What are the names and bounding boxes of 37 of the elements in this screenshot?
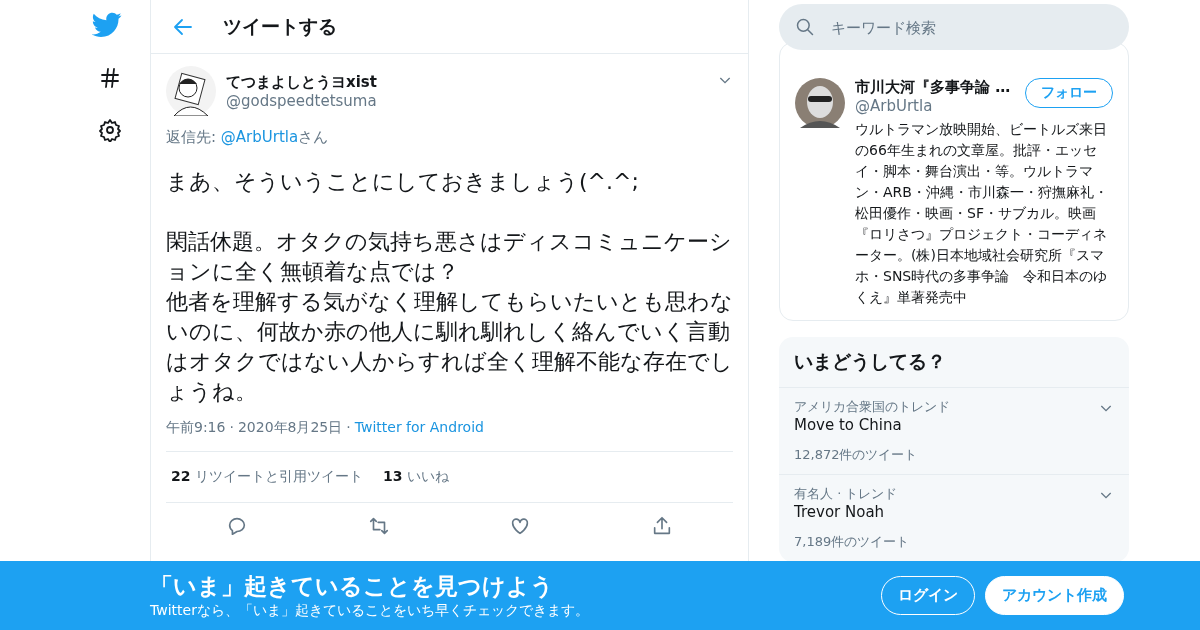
tweet-count: 12,872件のツイート xyxy=(794,446,919,464)
search-field[interactable]: キーワード検索 xyxy=(779,4,1129,50)
reply-to-text: 返信先: @ArbUrtlaさん xyxy=(166,128,330,147)
tweet-text: まあ、そういうことにしておきましょう(^.^; xyxy=(166,168,640,196)
user-handle: @godspeedtetsuma xyxy=(226,91,378,110)
like-count[interactable]: 13 いいね xyxy=(382,468,449,486)
mention-link[interactable]: @ArbUrtla xyxy=(220,128,299,146)
user-name: てつまよしとうヨxist xyxy=(226,72,378,92)
signup-button[interactable]: アカウント作成 xyxy=(985,576,1124,615)
banner-subtitle: Twitterなら、「いま」起きていることをいち早くチェックできます。 xyxy=(150,602,590,620)
trends-title: いまどうしてる？ xyxy=(779,337,1129,388)
bird-logo-icon[interactable] xyxy=(92,12,122,38)
retweet-count[interactable]: 22 リツイートと引用ツイート xyxy=(171,468,363,486)
tweet-text: 他者を理解する気がなく理解してもらいたいとも思わないのに、何故か赤の他人に馴れ馴れしく絡んでいく言動はオタクではない人からすれば全く理解不能な存在でしょうね。 xyxy=(166,288,734,406)
banner-title: 「いま」起きていることを見つけよう xyxy=(150,572,555,601)
tweet-date: 2020年8月25日 xyxy=(237,419,343,437)
trend-name: Trevor Noah xyxy=(794,503,886,521)
search-input[interactable]: キーワード検索 xyxy=(829,17,1079,37)
settings-icon[interactable] xyxy=(98,118,122,142)
separator-dot: · xyxy=(346,419,351,437)
trend-item[interactable]: アメリカ合衆国のトレンド Move to China 12,872件のツイート xyxy=(779,388,1129,475)
tweet-text: 閑話休題。オタクの気持ち悪さはディスコミュニケーションに全く無頓着な点では？ xyxy=(166,228,733,286)
retweet-icon[interactable] xyxy=(367,515,390,537)
profile-handle: @ArbUrtla xyxy=(855,97,934,115)
profile-bio: ウルトラマン放映開始、ビートルズ来日の66年生まれの文章屋。批評・エッセイ・脚本・舞台演出・等。ウルトラマン・ARB・沖縄・市川森一・狩撫麻礼・松田優作・映画・SF・サブカル。映画『ロリさつ』プロジェクト・コーディネーター。(株)日本地域社会研究所『スマホ・SNS時代の多事争論 令和日本のゆくえ』単著発売中 xyxy=(855,120,1109,307)
tweet-count: 7,189件のツイート xyxy=(794,533,911,551)
tweet-time: 午前9:16 xyxy=(166,419,226,437)
follow-button[interactable]: フォロー xyxy=(1025,78,1113,108)
trend-name: Move to China xyxy=(794,416,903,434)
search-icon[interactable] xyxy=(795,17,815,37)
trend-context: 有名人 · トレンド xyxy=(794,485,898,503)
source-link[interactable]: Twitter for Android xyxy=(354,419,484,437)
separator-dot: · xyxy=(229,419,234,437)
page-title: ツイートする xyxy=(223,13,337,39)
trend-context: アメリカ合衆国のトレンド xyxy=(794,398,950,416)
hashtag-icon[interactable] xyxy=(98,66,122,90)
profile-name: 市川大河『多事争論 … xyxy=(855,78,1012,97)
